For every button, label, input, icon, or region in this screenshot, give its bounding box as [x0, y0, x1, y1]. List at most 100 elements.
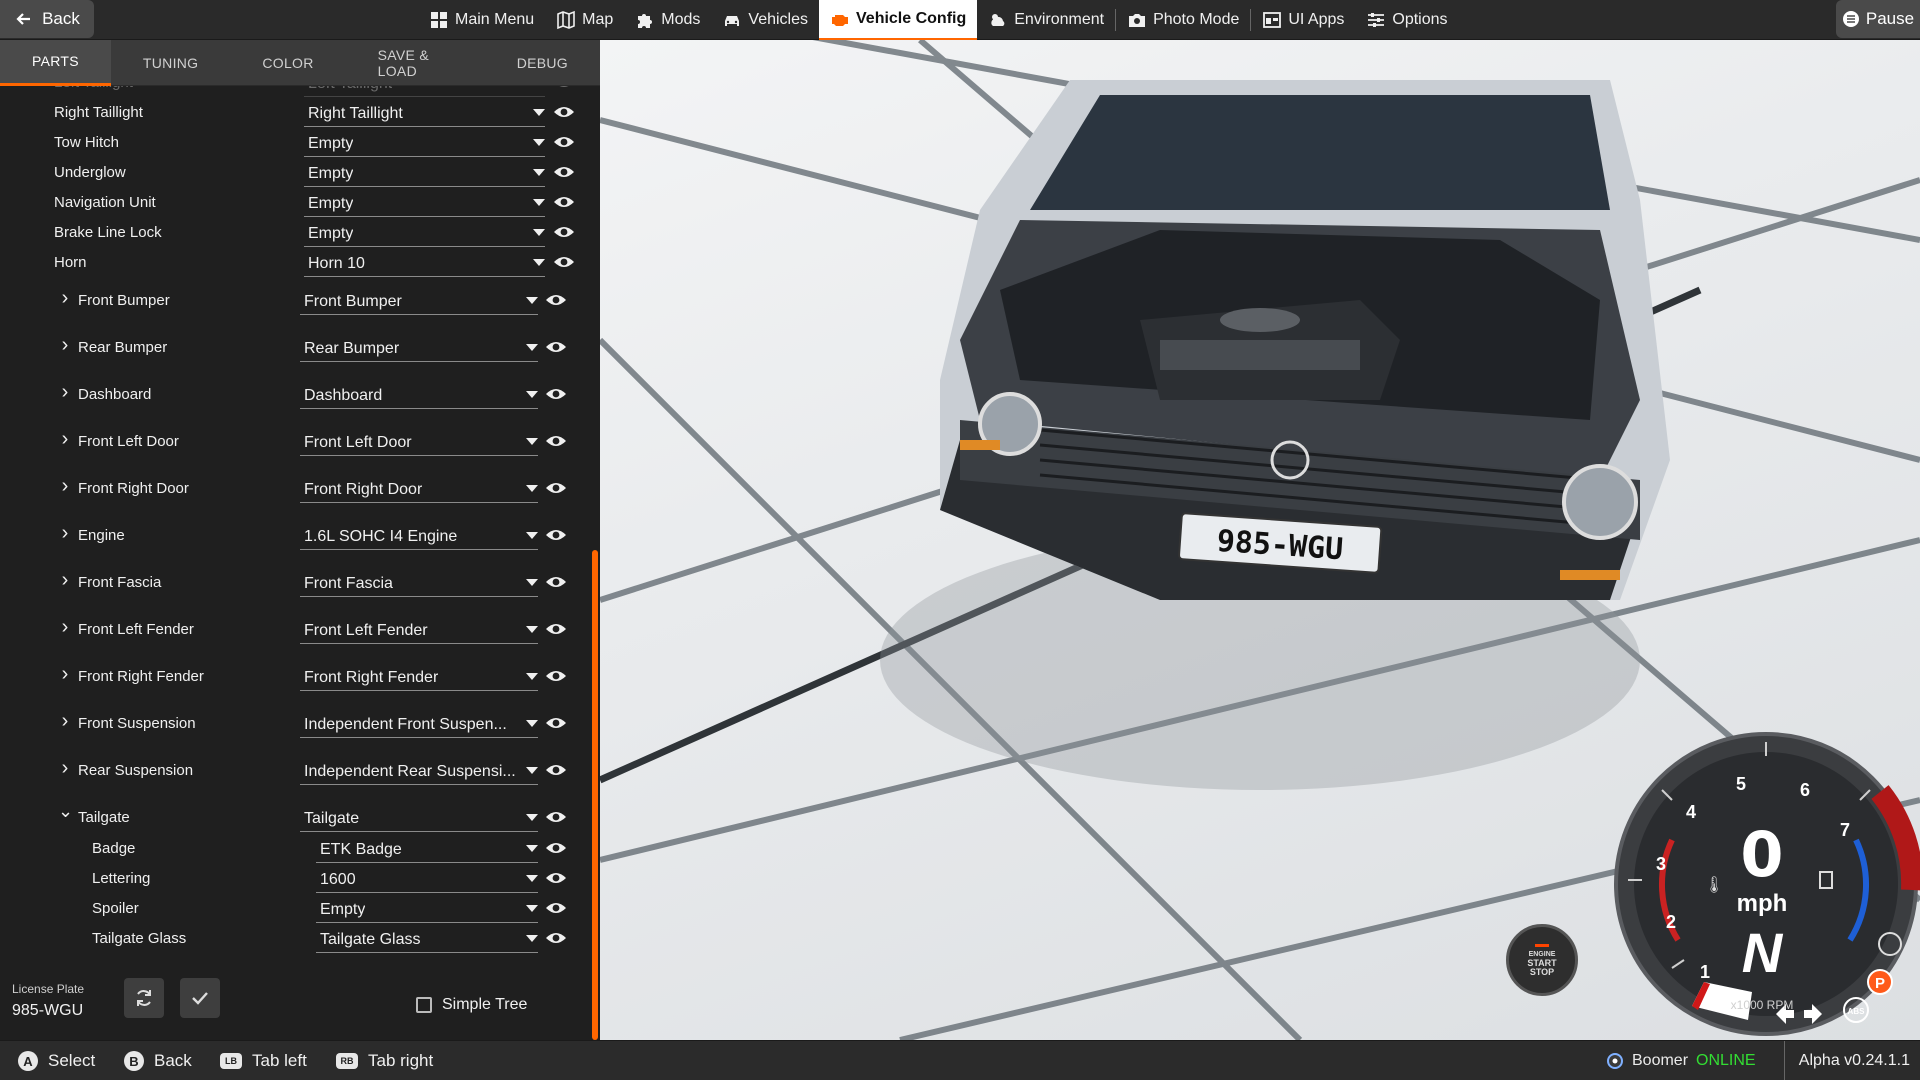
- part-row[interactable]: › Dashboard Dashboard: [0, 380, 580, 410]
- part-row[interactable]: › Front Bumper Front Bumper: [0, 286, 580, 316]
- part-row[interactable]: Brake Line Lock Empty: [0, 218, 580, 248]
- part-select[interactable]: Empty: [304, 161, 545, 187]
- chevron-right-icon[interactable]: ›: [58, 475, 72, 498]
- visibility-eye-icon[interactable]: [553, 255, 575, 269]
- part-row[interactable]: › Rear Bumper Rear Bumper: [0, 333, 580, 363]
- menu-mods[interactable]: Mods: [624, 0, 711, 40]
- tab-debug[interactable]: DEBUG: [485, 40, 600, 86]
- visibility-eye-icon[interactable]: [545, 716, 567, 730]
- visibility-eye-icon[interactable]: [553, 195, 575, 209]
- visibility-eye-icon[interactable]: [545, 340, 567, 354]
- part-row[interactable]: Lettering 1600: [0, 864, 580, 894]
- part-row[interactable]: Underglow Empty: [0, 158, 580, 188]
- part-row[interactable]: Left Taillight Left Taillight: [0, 86, 580, 98]
- chevron-right-icon[interactable]: ›: [58, 616, 72, 639]
- visibility-eye-icon[interactable]: [545, 871, 567, 885]
- visibility-eye-icon[interactable]: [545, 901, 567, 915]
- chevron-right-icon[interactable]: ›: [58, 381, 72, 404]
- simple-tree-checkbox[interactable]: [416, 997, 432, 1013]
- engine-start-stop-button[interactable]: ENGINE START STOP: [1506, 924, 1578, 996]
- hint-tab-left[interactable]: LB Tab left: [220, 1041, 307, 1080]
- part-row[interactable]: › Engine 1.6L SOHC I4 Engine: [0, 521, 580, 551]
- visibility-eye-icon[interactable]: [553, 165, 575, 179]
- part-select[interactable]: Front Right Fender: [300, 665, 538, 691]
- visibility-eye-icon[interactable]: [545, 528, 567, 542]
- back-button[interactable]: Back: [0, 0, 94, 38]
- part-select[interactable]: Tailgate: [300, 806, 538, 832]
- part-row[interactable]: › Front Fascia Front Fascia: [0, 568, 580, 598]
- part-select[interactable]: ETK Badge: [316, 837, 538, 863]
- chevron-right-icon[interactable]: ›: [58, 522, 72, 545]
- part-row[interactable]: Tailgate Glass Tailgate Glass: [0, 924, 580, 954]
- menu-ui-apps[interactable]: UI Apps: [1251, 0, 1355, 40]
- visibility-eye-icon[interactable]: [553, 86, 575, 89]
- hint-back[interactable]: B Back: [124, 1041, 192, 1080]
- part-row[interactable]: Right Taillight Right Taillight: [0, 98, 580, 128]
- part-select[interactable]: Empty: [304, 221, 545, 247]
- part-select[interactable]: Front Left Fender: [300, 618, 538, 644]
- part-select[interactable]: Front Bumper: [300, 289, 538, 315]
- randomize-plate-button[interactable]: [124, 978, 164, 1018]
- hint-select[interactable]: A Select: [18, 1041, 95, 1080]
- part-row[interactable]: › Front Suspension Independent Front Suspe…: [0, 709, 580, 739]
- part-select[interactable]: Left Taillight: [304, 86, 545, 97]
- tab-parts[interactable]: PARTS: [0, 39, 111, 86]
- hint-tab-right[interactable]: RB Tab right: [336, 1041, 433, 1080]
- menu-environment[interactable]: Environment: [977, 0, 1115, 40]
- visibility-eye-icon[interactable]: [545, 622, 567, 636]
- visibility-eye-icon[interactable]: [545, 481, 567, 495]
- tab-tuning[interactable]: TUNING: [111, 40, 230, 86]
- part-row[interactable]: Badge ETK Badge: [0, 834, 580, 864]
- part-select[interactable]: Horn 10: [304, 251, 545, 277]
- chevron-right-icon[interactable]: ›: [58, 569, 72, 592]
- menu-map[interactable]: Map: [545, 0, 624, 40]
- part-row[interactable]: ⌄ Tailgate Tailgate: [0, 801, 580, 833]
- chevron-right-icon[interactable]: ›: [58, 663, 72, 686]
- part-row[interactable]: › Front Left Fender Front Left Fender: [0, 615, 580, 645]
- apply-plate-button[interactable]: [180, 978, 220, 1018]
- chevron-right-icon[interactable]: ›: [58, 710, 72, 733]
- chevron-right-icon[interactable]: ›: [58, 757, 72, 780]
- menu-options[interactable]: Options: [1355, 0, 1458, 40]
- menu-vehicle-config[interactable]: Vehicle Config: [819, 0, 978, 40]
- visibility-eye-icon[interactable]: [545, 293, 567, 307]
- part-select[interactable]: Independent Rear Suspensi...: [300, 759, 538, 785]
- visibility-eye-icon[interactable]: [545, 434, 567, 448]
- visibility-eye-icon[interactable]: [545, 763, 567, 777]
- visibility-eye-icon[interactable]: [545, 810, 567, 824]
- tab-save-load[interactable]: SAVE & LOAD: [346, 40, 485, 86]
- part-select[interactable]: Empty: [304, 191, 545, 217]
- pause-button[interactable]: Pause: [1836, 0, 1920, 38]
- parts-scrollbar[interactable]: [592, 550, 598, 1040]
- part-row[interactable]: › Front Right Door Front Right Door: [0, 474, 580, 504]
- part-row[interactable]: › Rear Suspension Independent Rear Suspens…: [0, 756, 580, 786]
- part-row[interactable]: Spoiler Empty: [0, 894, 580, 924]
- simple-tree-toggle[interactable]: Simple Tree: [416, 996, 527, 1014]
- part-select[interactable]: Right Taillight: [304, 101, 545, 127]
- chevron-down-icon[interactable]: ⌄: [58, 801, 73, 822]
- chevron-right-icon[interactable]: ›: [58, 334, 72, 357]
- part-select[interactable]: 1.6L SOHC I4 Engine: [300, 524, 538, 550]
- visibility-eye-icon[interactable]: [545, 841, 567, 855]
- tab-color[interactable]: COLOR: [230, 40, 345, 86]
- part-select[interactable]: Front Fascia: [300, 571, 538, 597]
- visibility-eye-icon[interactable]: [545, 669, 567, 683]
- part-select[interactable]: Rear Bumper: [300, 336, 538, 362]
- chevron-right-icon[interactable]: ›: [58, 287, 72, 310]
- part-select[interactable]: Empty: [316, 897, 538, 923]
- visibility-eye-icon[interactable]: [553, 135, 575, 149]
- menu-photo-mode[interactable]: Photo Mode: [1116, 0, 1250, 40]
- part-row[interactable]: Tow Hitch Empty: [0, 128, 580, 158]
- visibility-eye-icon[interactable]: [553, 225, 575, 239]
- visibility-eye-icon[interactable]: [553, 105, 575, 119]
- part-row[interactable]: Navigation Unit Empty: [0, 188, 580, 218]
- menu-main-menu[interactable]: Main Menu: [418, 0, 545, 40]
- part-select[interactable]: Front Right Door: [300, 477, 538, 503]
- part-row[interactable]: Horn Horn 10: [0, 248, 580, 278]
- part-select[interactable]: Independent Front Suspen...: [300, 712, 538, 738]
- license-plate-input[interactable]: 985-WGU: [12, 1002, 83, 1020]
- part-select[interactable]: 1600: [316, 867, 538, 893]
- chevron-right-icon[interactable]: ›: [58, 428, 72, 451]
- part-select[interactable]: Tailgate Glass: [316, 927, 538, 953]
- menu-vehicles[interactable]: Vehicles: [711, 0, 819, 40]
